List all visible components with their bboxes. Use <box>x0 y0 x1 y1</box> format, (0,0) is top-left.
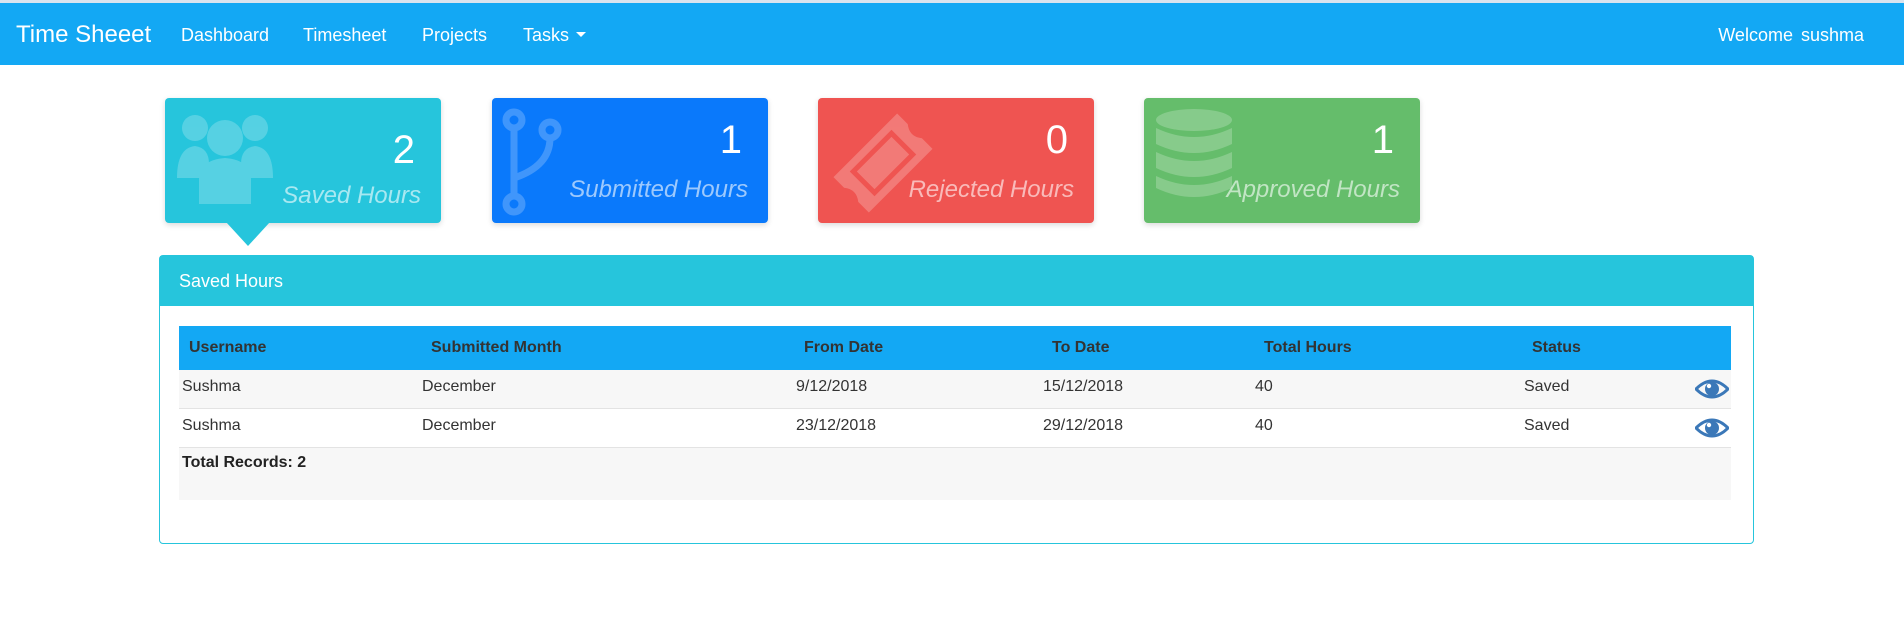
welcome-label: Welcome <box>1718 25 1793 45</box>
submitted-hours-count: 1 <box>719 118 742 162</box>
table-footer: Total Records: 2 <box>179 448 1731 500</box>
cell-total-hours: 40 <box>1255 378 1273 395</box>
cell-from-date: 23/12/2018 <box>796 417 877 434</box>
rejected-hours-card[interactable]: 0 Rejected Hours <box>818 98 1094 223</box>
eye-icon[interactable] <box>1695 416 1729 440</box>
rejected-hours-count: 0 <box>1045 118 1068 162</box>
col-to-date: To Date <box>1052 339 1110 356</box>
submitted-hours-card[interactable]: 1 Submitted Hours <box>492 98 768 223</box>
table-header: Username Submitted Month From Date To Da… <box>179 326 1731 370</box>
cell-month: December <box>422 378 496 395</box>
panel-title: Saved Hours <box>160 256 1753 306</box>
nav-timesheet[interactable]: Timesheet <box>303 25 386 46</box>
total-records: Total Records: 2 <box>182 454 307 471</box>
active-card-pointer <box>226 222 270 246</box>
col-status: Status <box>1532 339 1581 356</box>
col-total-hours: Total Hours <box>1264 339 1352 356</box>
code-fork-icon <box>502 108 562 216</box>
nav-dashboard[interactable]: Dashboard <box>181 25 269 46</box>
nav-projects[interactable]: Projects <box>422 25 487 46</box>
approved-hours-label: Approved Hours <box>1226 176 1400 203</box>
col-submitted-month: Submitted Month <box>431 339 562 356</box>
welcome-user[interactable]: Welcome sushma <box>1718 25 1864 46</box>
cell-username: Sushma <box>182 417 241 434</box>
saved-hours-card[interactable]: 2 Saved Hours <box>165 98 441 223</box>
nav-tasks-dropdown[interactable]: Tasks <box>523 25 587 46</box>
saved-hours-label: Saved Hours <box>282 182 421 209</box>
saved-hours-count: 2 <box>392 128 415 172</box>
welcome-username: sushma <box>1800 25 1864 45</box>
table-row: Sushma December 9/12/2018 15/12/2018 40 … <box>179 370 1731 409</box>
caret-down-icon <box>576 31 587 37</box>
cell-from-date: 9/12/2018 <box>796 378 868 395</box>
approved-hours-count: 1 <box>1371 118 1394 162</box>
brand-logo[interactable]: Time Sheeet <box>16 21 151 49</box>
eye-icon[interactable] <box>1695 377 1729 401</box>
cell-username: Sushma <box>182 378 241 395</box>
cell-total-hours: 40 <box>1255 417 1273 434</box>
col-from-date: From Date <box>804 339 884 356</box>
cell-status: Saved <box>1524 378 1570 395</box>
cell-to-date: 15/12/2018 <box>1043 378 1124 395</box>
rejected-hours-label: Rejected Hours <box>908 176 1074 203</box>
col-username: Username <box>189 339 267 356</box>
navbar: Time Sheeet Dashboard Timesheet Projects… <box>0 3 1904 65</box>
approved-hours-card[interactable]: 1 Approved Hours <box>1144 98 1420 223</box>
table-row: Sushma December 23/12/2018 29/12/2018 40… <box>179 409 1731 448</box>
cell-to-date: 29/12/2018 <box>1043 417 1124 434</box>
users-icon <box>177 115 273 204</box>
cell-status: Saved <box>1524 417 1570 434</box>
submitted-hours-label: Submitted Hours <box>569 176 748 203</box>
cell-month: December <box>422 417 496 434</box>
database-icon <box>1156 109 1232 197</box>
nav-tasks-label: Tasks <box>523 25 570 45</box>
hours-table: Username Submitted Month From Date To Da… <box>179 326 1731 500</box>
saved-hours-panel: Saved Hours Username Submitted Month Fro… <box>159 255 1754 544</box>
